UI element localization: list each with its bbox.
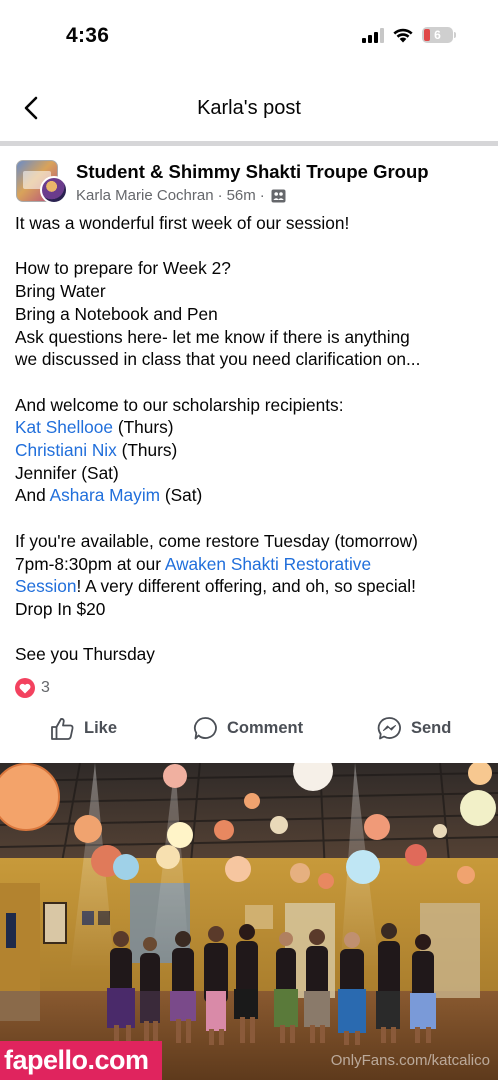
wifi-icon [393,28,413,43]
group-dance-photo-image [0,763,498,1080]
messenger-icon [377,717,401,740]
watermark-right: OnlyFans.com/katcalico [330,1052,490,1069]
post-photo[interactable] [0,763,498,1080]
recipient-day: (Thurs) [113,417,174,438]
mention-link[interactable]: Christiani Nix [15,440,117,460]
mention-link[interactable]: Ashara Mayim [50,485,160,505]
post-line: 7pm-8:30pm at our Awaken Shakti Restorat… [15,553,493,576]
recipient-day: (Thurs) [116,440,178,460]
status-time: 4:36 [66,24,110,47]
recipient-line: And Ashara Mayim (Sat) [15,484,493,507]
like-label: Like [84,719,118,737]
event-link[interactable]: Session [15,576,76,596]
event-link[interactable]: Awaken Shakti Restorative [165,554,371,574]
post-line: And welcome to our scholarship recipient… [15,394,344,415]
group-avatar[interactable] [14,160,70,206]
post-line: How to prepare for Week 2? [15,258,231,279]
recipient-prefix: And [15,485,50,506]
post-actions-bar: Like Comment Send [0,716,498,752]
send-label: Send [411,719,452,737]
battery-level: 6 [434,28,441,42]
post-line-text: ! A very different offering, and oh, so … [76,576,416,597]
status-icons: 6 [362,27,456,43]
post-line: Bring Water [15,281,106,302]
post-meta: Karla Marie Cochran · 56m · [76,187,286,204]
post-line: See you Thursday [15,644,155,665]
author-avatar[interactable] [40,176,68,204]
group-members-audience-icon [271,189,286,202]
post-line: Ask questions here- let me know if there… [15,326,410,347]
mention-link[interactable]: Kat Shellooe [15,417,113,437]
love-reaction-icon [15,678,35,698]
cellular-signal-icon [362,27,384,43]
recipient-day: (Sat) [160,485,203,506]
meta-separator: · [217,187,223,204]
watermark-left: fapello.com [0,1041,162,1080]
page-title: Karla's post [197,97,301,119]
meta-separator: · [259,187,265,204]
comment-button[interactable]: Comment [193,716,303,741]
thumbs-up-icon [51,718,74,740]
nav-bar: Karla's post [0,80,498,138]
send-button[interactable]: Send [377,716,451,741]
recipient-line: Kat Shellooe (Thurs) [15,416,493,439]
post-text: It was a wonderful first week of our ses… [15,212,493,666]
battery-icon: 6 [422,27,453,43]
comment-bubble-icon [194,717,217,740]
group-name-link[interactable]: Student & Shimmy Shakti Troupe Group [76,161,429,183]
reaction-count: 3 [41,679,50,696]
post-time[interactable]: 56m [227,187,256,204]
recipient-line: Jennifer (Sat) [15,462,119,483]
post-line: we discussed in class that you need clar… [15,349,421,370]
comment-label: Comment [227,719,304,737]
post-line: Session! A very different offering, and … [15,575,493,598]
status-bar: 4:36 6 [0,0,498,70]
author-name-link[interactable]: Karla Marie Cochran [76,187,214,204]
section-divider [0,141,498,146]
post-line: It was a wonderful first week of our ses… [15,213,350,233]
like-button[interactable]: Like [50,716,117,741]
battery-indicator: 6 [422,27,456,43]
reactions-summary[interactable]: 3 [15,678,50,698]
post-line-text: 7pm-8:30pm at our [15,553,165,574]
post-line: If you're available, come restore Tuesda… [15,530,418,551]
recipient-line: Christiani Nix (Thurs) [15,439,493,462]
post-line: Bring a Notebook and Pen [15,303,218,324]
post-line: Drop In $20 [15,598,106,619]
post-header: Student & Shimmy Shakti Troupe Group Kar… [14,158,494,208]
